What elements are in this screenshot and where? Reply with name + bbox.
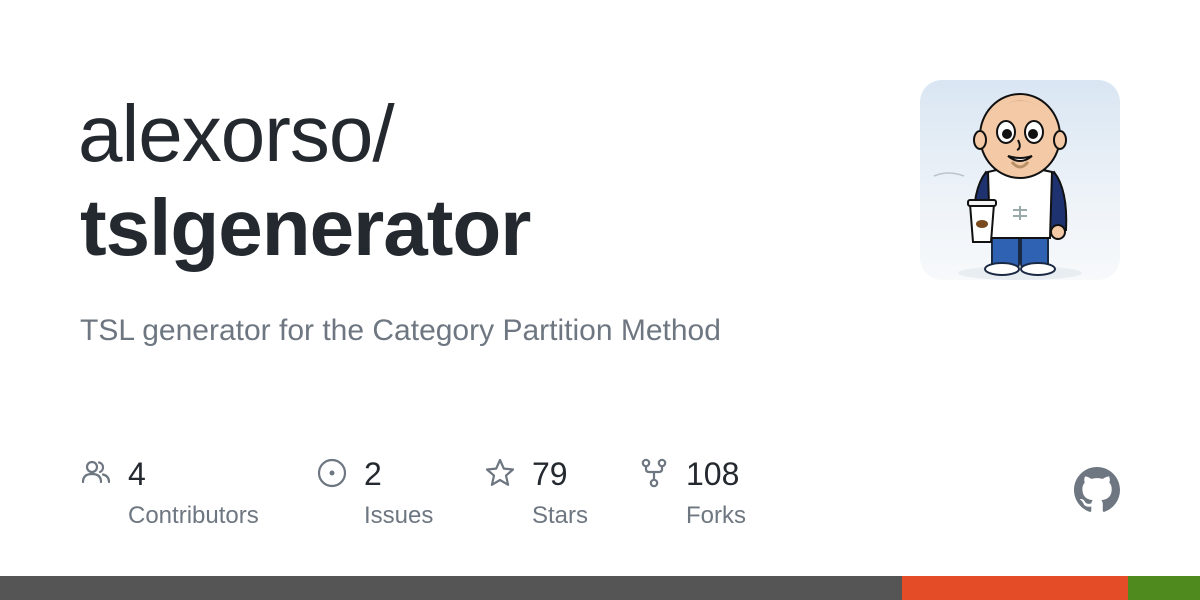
language-bar (0, 576, 1200, 600)
contributors-label: Contributors (128, 502, 259, 529)
issue-opened-icon (316, 457, 348, 489)
forks-label: Forks (686, 502, 746, 529)
people-icon (80, 457, 112, 489)
repo-name[interactable]: tslgenerator (80, 188, 531, 268)
language-segment-2 (902, 576, 1128, 600)
language-segment-3 (1128, 576, 1200, 600)
repo-description: TSL generator for the Category Partition… (80, 314, 721, 347)
star-icon (484, 457, 516, 489)
avatar-illustration (933, 93, 1082, 280)
issues-label: Issues (364, 502, 434, 529)
contributors-count: 4 (128, 456, 146, 492)
owner-avatar[interactable] (920, 80, 1120, 280)
repo-owner[interactable]: alexorso/ (78, 94, 395, 174)
forks-count: 108 (686, 456, 740, 492)
repo-forked-icon (638, 457, 670, 489)
stars-count: 79 (532, 456, 568, 492)
issues-count: 2 (364, 456, 382, 492)
github-mark-icon[interactable] (1074, 467, 1120, 513)
stars-label: Stars (532, 502, 589, 529)
language-segment-1 (0, 576, 902, 600)
